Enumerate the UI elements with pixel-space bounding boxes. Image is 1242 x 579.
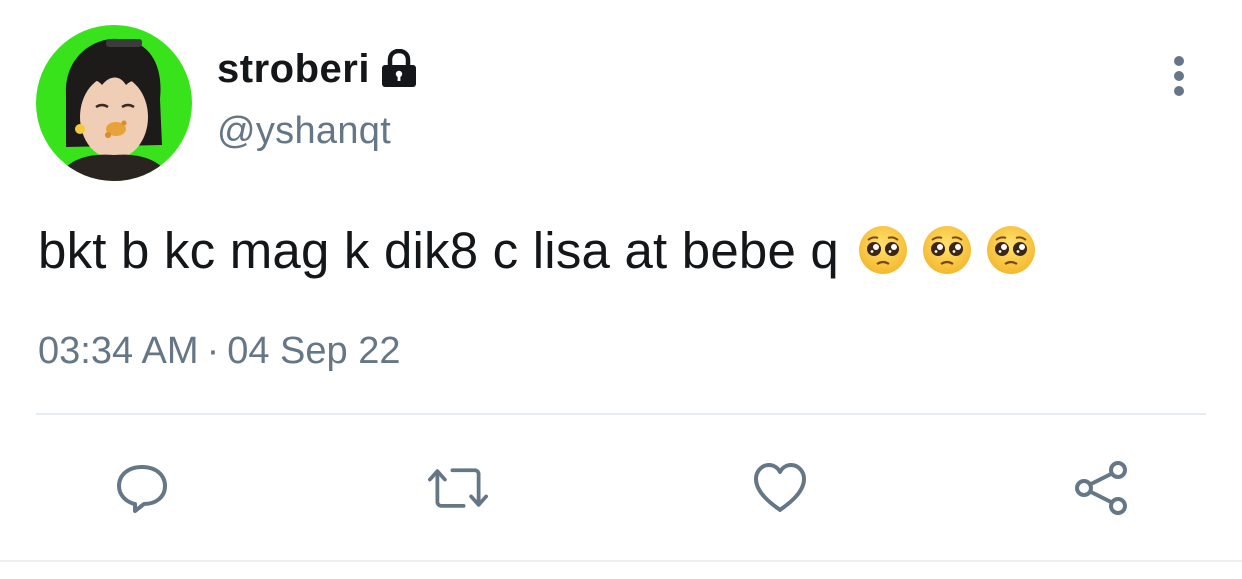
tweet-timestamp[interactable]: 03:34 AM · 04 Sep 22	[38, 330, 400, 373]
pleading-face-emoji	[922, 226, 971, 274]
share-button[interactable]	[1072, 458, 1132, 518]
user-handle[interactable]: @yshanqt	[217, 110, 391, 153]
tweet-time: 03:34 AM	[38, 330, 199, 372]
divider	[36, 413, 1206, 415]
avatar[interactable]	[36, 25, 192, 181]
tweet-detail: stroberi @yshanqt bkt b kc mag k dik8 c …	[0, 0, 1242, 579]
timestamp-separator: ·	[206, 330, 220, 372]
user-name-row: stroberi	[217, 44, 418, 94]
tweet-date: 04 Sep 22	[227, 330, 401, 372]
more-options-icon[interactable]	[1162, 52, 1196, 100]
tweet-text-row: bkt b kc mag k dik8 c lisa at bebe q	[38, 220, 1037, 280]
emoji-group	[857, 224, 1037, 276]
retweet-icon	[428, 468, 488, 508]
avatar-image	[36, 25, 192, 181]
heart-icon	[754, 463, 806, 512]
bottom-divider	[0, 560, 1242, 562]
retweet-button[interactable]	[428, 458, 488, 518]
share-icon	[1075, 461, 1127, 515]
display-name[interactable]: stroberi	[217, 47, 370, 92]
pleading-face-emoji	[858, 226, 907, 274]
lock-icon	[380, 48, 418, 89]
like-button[interactable]	[750, 458, 810, 518]
tweet-text: bkt b kc mag k dik8 c lisa at bebe q	[38, 221, 839, 279]
reply-button[interactable]	[112, 458, 172, 518]
pleading-face-emoji	[986, 226, 1035, 274]
reply-icon	[117, 465, 167, 513]
